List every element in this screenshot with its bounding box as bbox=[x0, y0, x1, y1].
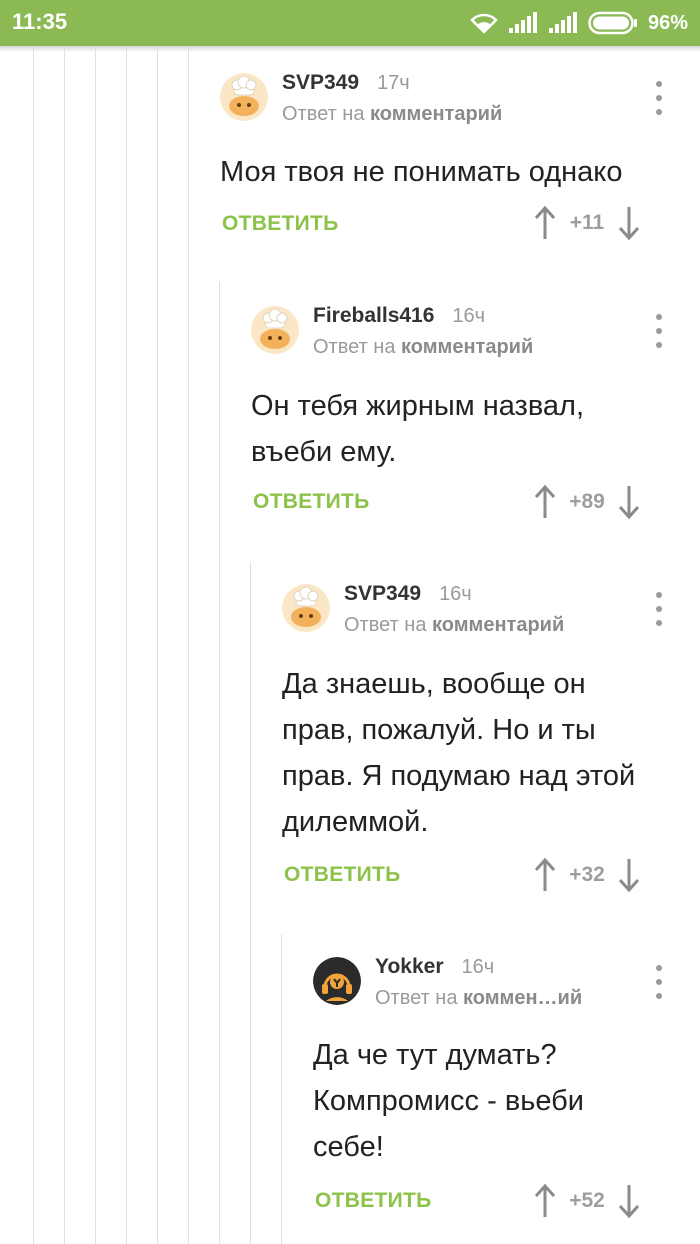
comment-time: 17ч bbox=[377, 72, 410, 94]
downvote-arrow-icon[interactable] bbox=[617, 1183, 641, 1219]
downvote-arrow-icon[interactable] bbox=[617, 484, 641, 520]
status-time: 11:35 bbox=[12, 9, 68, 34]
thread-line bbox=[33, 46, 34, 1244]
comment: Fireballs416 16ч Ответ на комментарий Он … bbox=[251, 304, 685, 536]
thread-line bbox=[95, 46, 96, 1244]
battery-icon bbox=[588, 11, 637, 35]
comment-text: Да знаешь, вообще он прав, пожалуй. Но и… bbox=[282, 668, 636, 838]
battery-percent: 96% bbox=[647, 11, 688, 34]
upvote-arrow-icon[interactable] bbox=[533, 484, 557, 520]
more-menu-icon[interactable] bbox=[654, 592, 664, 626]
comment-text: Он тебя жирным назвал, въеби ему. bbox=[251, 390, 585, 468]
vote-controls: +32 bbox=[533, 857, 641, 893]
comment-author[interactable]: Fireballs416 16ч bbox=[313, 304, 485, 328]
more-menu-icon[interactable] bbox=[654, 81, 664, 115]
comment: SVP349 16ч Ответ на комментарий Да знаешь… bbox=[282, 582, 685, 904]
comment: SVP349 17ч Ответ на комментарий Моя твоя … bbox=[220, 71, 685, 253]
headphones-avatar bbox=[313, 957, 361, 1005]
comment-text: Моя твоя не понимать однако bbox=[220, 156, 623, 188]
comment-score: +32 bbox=[569, 863, 605, 886]
statusbar-shadow bbox=[0, 46, 700, 52]
reply-button[interactable]: ОТВЕТИТЬ bbox=[284, 863, 401, 887]
more-menu-icon[interactable] bbox=[654, 965, 664, 999]
reply-to-link[interactable]: Ответ на комментарий bbox=[282, 103, 502, 126]
status-bar: 11:35 96% bbox=[0, 0, 700, 46]
vote-controls: +11 bbox=[533, 205, 641, 241]
thread-line bbox=[64, 46, 65, 1244]
comment-score: +11 bbox=[569, 211, 605, 234]
chef-cat-avatar bbox=[282, 584, 330, 632]
comment-text: Да че тут думать? Компромисс - вьеби себ… bbox=[313, 1039, 584, 1163]
signal-icon bbox=[548, 12, 577, 33]
downvote-arrow-icon[interactable] bbox=[617, 205, 641, 241]
comment-author[interactable]: Yokker 16ч bbox=[375, 955, 494, 979]
comment: Yokker 16ч Ответ на коммен…ий Да че тут д… bbox=[313, 955, 685, 1227]
status-icons: 96% bbox=[470, 8, 688, 38]
thread-line bbox=[281, 934, 282, 1244]
upvote-arrow-icon[interactable] bbox=[533, 1183, 557, 1219]
thread-line bbox=[188, 46, 189, 1244]
comment-score: +52 bbox=[569, 1189, 605, 1212]
reply-button[interactable]: ОТВЕТИТЬ bbox=[315, 1189, 432, 1213]
reply-button[interactable]: ОТВЕТИТЬ bbox=[222, 212, 339, 236]
thread-line bbox=[250, 562, 251, 1244]
thread-line bbox=[157, 46, 158, 1244]
reply-to-link[interactable]: Ответ на коммен…ий bbox=[375, 987, 582, 1010]
reply-to-link[interactable]: Ответ на комментарий bbox=[344, 614, 564, 637]
thread-line bbox=[126, 46, 127, 1244]
more-menu-icon[interactable] bbox=[654, 314, 664, 348]
comment-score: +89 bbox=[569, 490, 605, 513]
signal-icon bbox=[508, 12, 537, 33]
thread-line bbox=[219, 282, 220, 1244]
vote-controls: +89 bbox=[533, 484, 641, 520]
comment-author[interactable]: SVP349 16ч bbox=[344, 582, 472, 606]
chef-cat-avatar bbox=[220, 73, 268, 121]
comment-time: 16ч bbox=[439, 583, 472, 605]
chef-cat-avatar bbox=[251, 306, 299, 354]
comment-author[interactable]: SVP349 17ч bbox=[282, 71, 410, 95]
reply-button[interactable]: ОТВЕТИТЬ bbox=[253, 490, 370, 514]
wifi-icon bbox=[470, 13, 498, 34]
comment-time: 16ч bbox=[461, 956, 495, 978]
downvote-arrow-icon[interactable] bbox=[617, 857, 641, 893]
upvote-arrow-icon[interactable] bbox=[533, 205, 557, 241]
vote-controls: +52 bbox=[533, 1183, 641, 1219]
reply-to-link[interactable]: Ответ на комментарий bbox=[313, 336, 533, 359]
upvote-arrow-icon[interactable] bbox=[533, 857, 557, 893]
comment-time: 16ч bbox=[452, 305, 486, 327]
